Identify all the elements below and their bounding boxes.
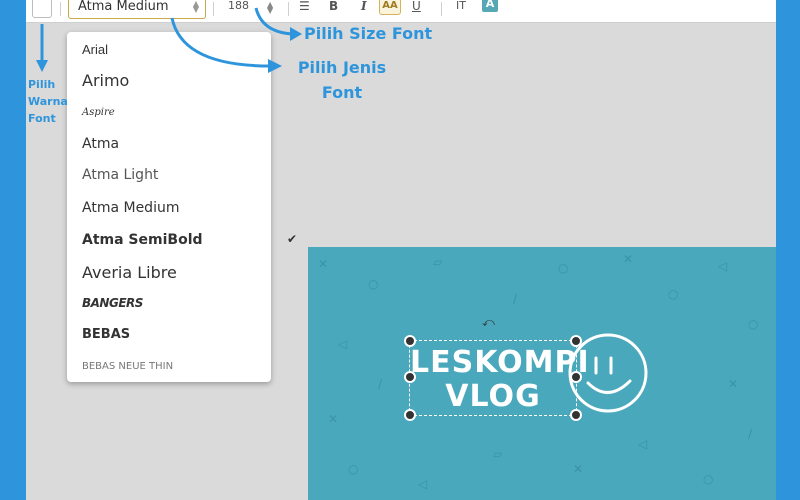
annotation-arrows (36, 7, 302, 73)
annotation-text: Font (321, 83, 363, 102)
annotation-pilih-size-font: Pilih Size Font (304, 24, 433, 43)
annotation-text: Pilih Jenis (297, 58, 387, 77)
annotation-text: Warna (28, 95, 68, 108)
annotation-text: Font (28, 112, 56, 125)
annotation-pilih-jenis-font: Pilih Jenis Font (296, 55, 388, 105)
annotation-text: Pilih (28, 78, 56, 91)
annotation-pilih-warna-font: Pilih Warna Font (28, 76, 68, 127)
